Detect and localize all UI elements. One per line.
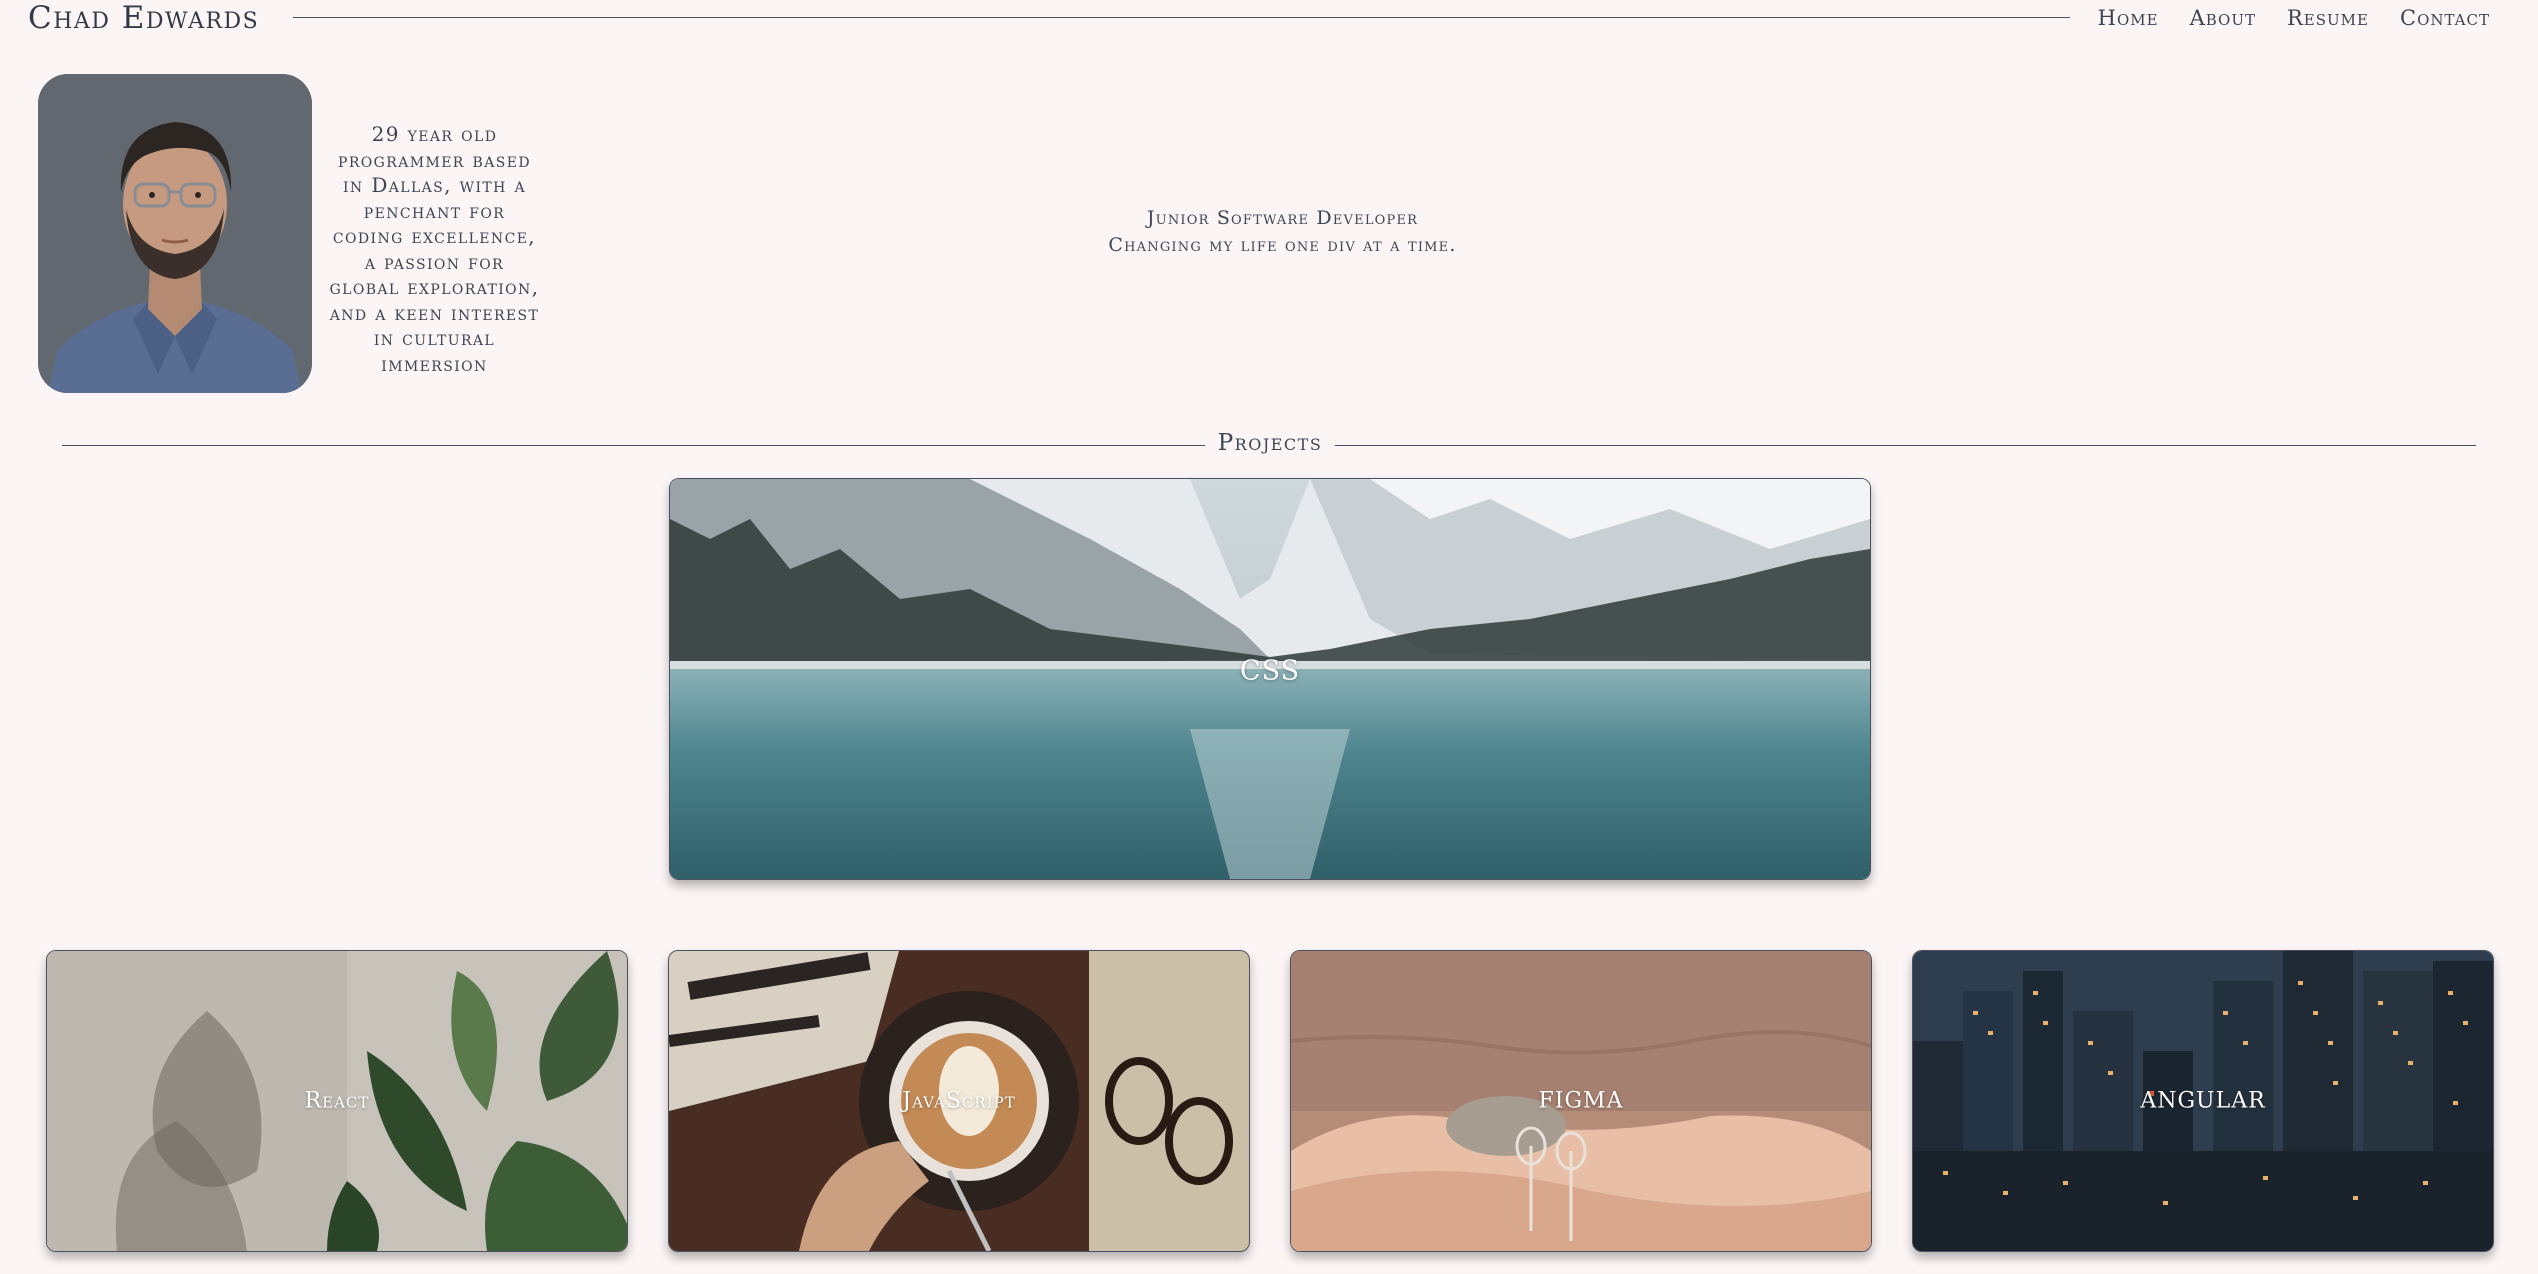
nav-home-link[interactable]: Home: [2098, 6, 2159, 30]
bio-line: and a keen interest: [329, 300, 540, 325]
profile-bio: 29 year old programmer based in Dallas, …: [312, 122, 557, 377]
bio-line: immersion: [381, 351, 488, 376]
project-card-angular[interactable]: ANGULAR: [1912, 950, 2494, 1252]
project-card-react[interactable]: React: [46, 950, 628, 1252]
project-label-javascript: JavaScript: [902, 1088, 1016, 1114]
bio-line: in cultural: [373, 326, 496, 350]
projects-heading: Projects: [1217, 430, 1323, 456]
project-label-figma: FIGMA: [1538, 1088, 1624, 1114]
site-header: Chad Edwards Home About Resume Contact: [0, 0, 2538, 40]
nav-contact-link[interactable]: Contact: [2400, 6, 2490, 30]
bio-line: penchant for: [363, 198, 506, 223]
nav-resume-link[interactable]: Resume: [2287, 6, 2369, 30]
tagline: Junior Software Developer Changing my li…: [1000, 205, 1565, 259]
tagline-text: Changing my life one div at a time.: [1108, 234, 1457, 256]
bio-line: global exploration,: [329, 275, 540, 299]
project-label-angular: ANGULAR: [2140, 1088, 2266, 1114]
bio-line: a passion for: [364, 249, 505, 274]
project-card-css[interactable]: CSS: [669, 478, 1871, 880]
bio-line: programmer based: [338, 147, 531, 172]
bio-line: coding excellence,: [332, 224, 537, 248]
projects-divider-right: [1335, 445, 2476, 446]
header-divider: [293, 17, 2070, 18]
main-nav: Home About Resume Contact: [2098, 6, 2490, 30]
nav-about-link[interactable]: About: [2190, 6, 2256, 30]
project-card-javascript[interactable]: JavaScript: [668, 950, 1250, 1252]
profile-photo: [38, 74, 312, 393]
project-card-figma[interactable]: FIGMA: [1290, 950, 1872, 1252]
project-label-react: React: [304, 1088, 370, 1114]
projects-divider-left: [62, 445, 1205, 446]
bio-line: 29 year old: [371, 122, 498, 146]
job-title: Junior Software Developer: [1146, 207, 1419, 229]
project-label-css: CSS: [1239, 655, 1301, 687]
bio-line: in Dallas, with a: [342, 173, 527, 197]
site-title[interactable]: Chad Edwards: [28, 0, 259, 36]
